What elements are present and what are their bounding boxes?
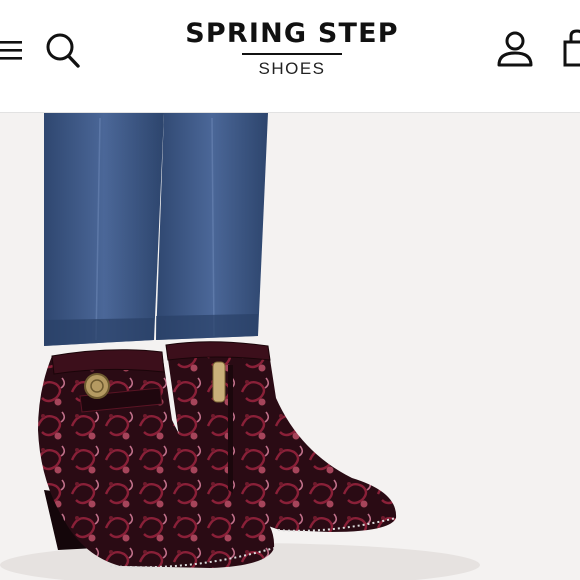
brand-name: SPRING STEP bbox=[185, 18, 399, 49]
decorative-button bbox=[84, 373, 110, 399]
boots-illustration bbox=[0, 113, 580, 580]
zipper bbox=[228, 365, 233, 495]
left-jeans-leg bbox=[44, 113, 164, 346]
menu-icon[interactable] bbox=[0, 36, 24, 66]
logo-divider bbox=[242, 53, 342, 55]
brand-subtitle: SHOES bbox=[258, 59, 326, 78]
search-icon[interactable] bbox=[44, 30, 82, 70]
zipper-pull bbox=[212, 361, 226, 403]
shopping-bag-icon[interactable] bbox=[562, 28, 580, 68]
brand-logo[interactable]: SPRING STEP SHOES bbox=[184, 18, 400, 82]
product-image[interactable] bbox=[0, 113, 580, 580]
account-icon[interactable] bbox=[496, 30, 534, 68]
site-header: SPRING STEP SHOES bbox=[0, 0, 580, 113]
